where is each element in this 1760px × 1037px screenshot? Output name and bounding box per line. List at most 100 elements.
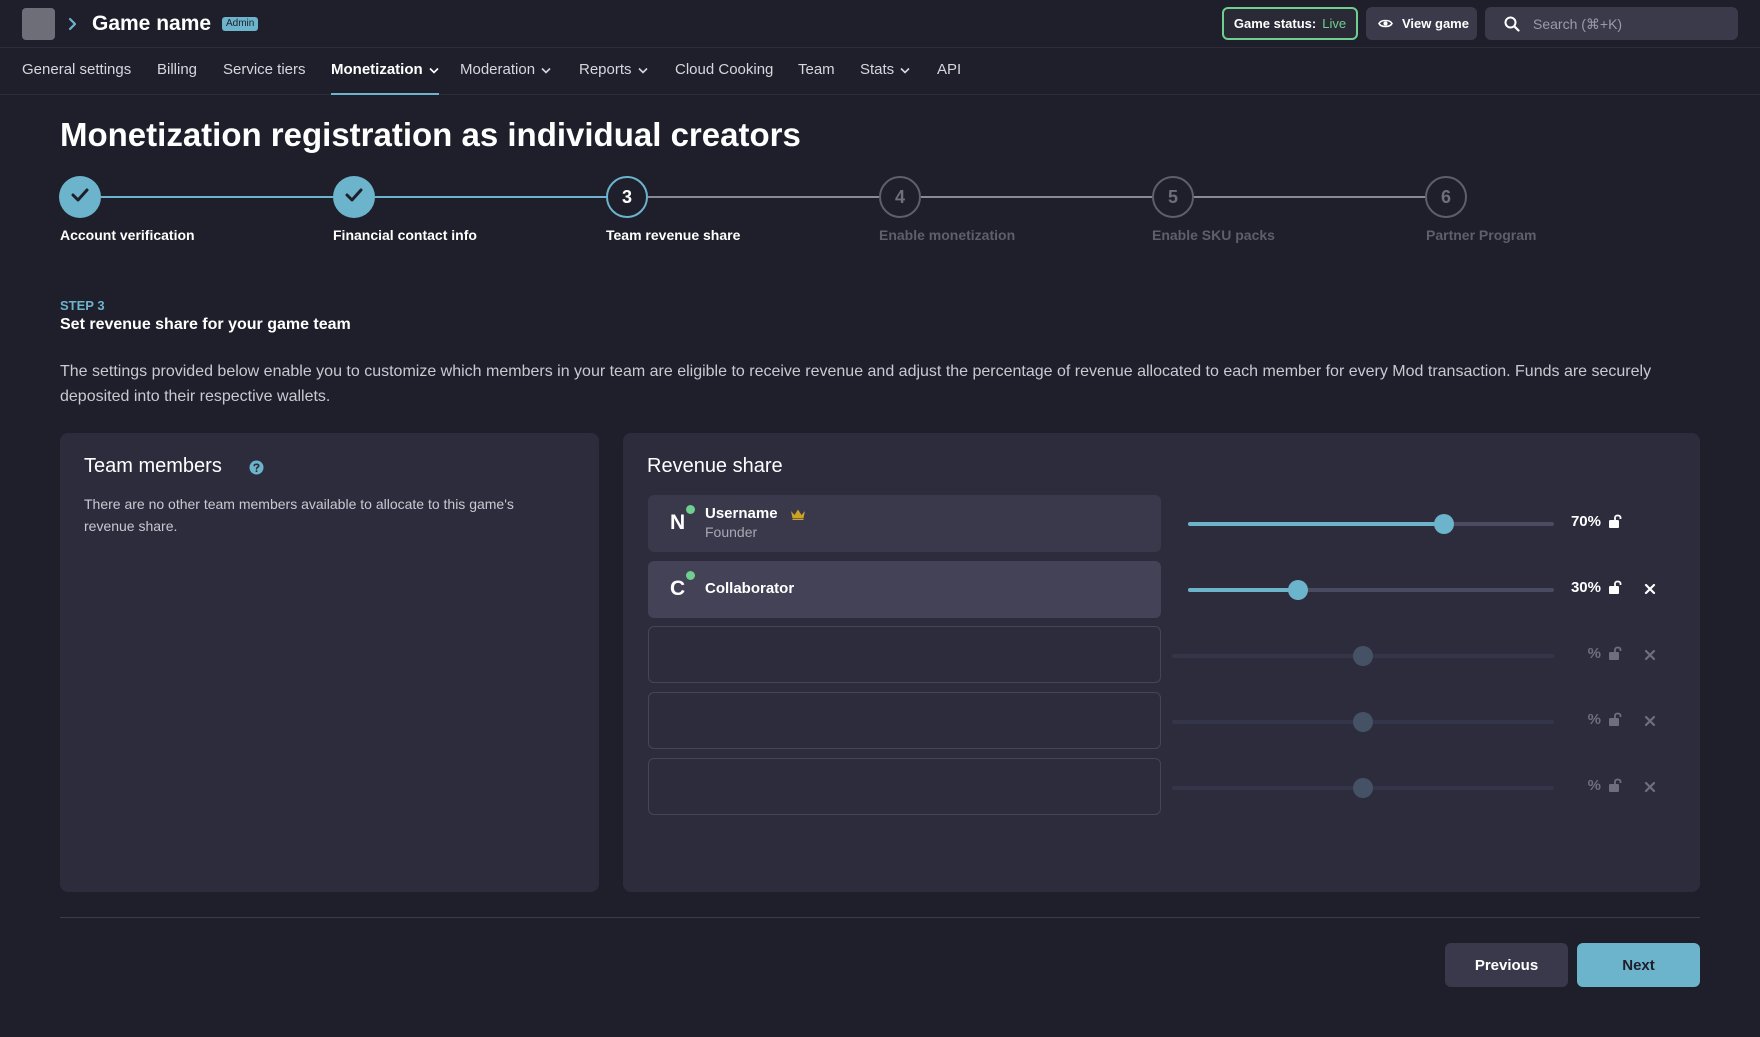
unlock-icon[interactable] (1608, 711, 1624, 727)
slider-fill (1188, 588, 1298, 592)
share-percentage: % (1587, 645, 1601, 662)
member-row-founder[interactable]: N Username Founder (648, 495, 1161, 552)
check-icon (71, 188, 89, 202)
game-status-label: Game status: (1233, 16, 1317, 31)
step-5-circle: 5 (1152, 176, 1194, 218)
nav-item-label: Service tiers (223, 61, 306, 78)
nav-item-stats[interactable]: Stats (860, 48, 910, 95)
chevron-right-icon (68, 17, 77, 31)
view-game-label: View game (1402, 16, 1469, 31)
step-kicker: STEP 3 (60, 298, 105, 313)
game-status-value: Live (1322, 16, 1347, 31)
view-game-button[interactable]: View game (1366, 7, 1477, 40)
close-icon[interactable] (1644, 649, 1656, 661)
nav-item-moderation[interactable]: Moderation (460, 48, 551, 95)
close-icon[interactable] (1644, 583, 1656, 595)
game-name[interactable]: Game name (92, 10, 211, 38)
nav-item-label: General settings (22, 61, 132, 78)
step-2-label: Financial contact info (333, 227, 477, 243)
step-heading: Set revenue share for your game team (60, 316, 351, 333)
nav-item-billing[interactable]: Billing (157, 48, 197, 95)
chevron-down-icon (541, 67, 551, 74)
step-5-label: Enable SKU packs (1152, 227, 1275, 243)
help-icon[interactable] (249, 460, 264, 475)
close-icon[interactable] (1644, 715, 1656, 727)
unlock-icon[interactable] (1608, 579, 1624, 595)
share-percentage: 70% (1570, 513, 1601, 530)
revenue-slider[interactable] (1172, 778, 1554, 798)
nav-item-monetization[interactable]: Monetization (331, 48, 439, 95)
member-slot-empty[interactable] (648, 692, 1161, 749)
previous-button[interactable]: Previous (1445, 943, 1568, 987)
search-icon (1504, 16, 1520, 32)
settings-nav: General settings Billing Service tiers M… (0, 48, 1760, 95)
team-members-empty-text: There are no other team members availabl… (84, 496, 514, 534)
step-3-circle[interactable]: 3 (606, 176, 648, 218)
slider-thumb[interactable] (1353, 778, 1373, 798)
search-box[interactable] (1485, 7, 1738, 40)
unlock-icon[interactable] (1608, 645, 1624, 661)
unlock-icon[interactable] (1608, 513, 1624, 529)
nav-item-team[interactable]: Team (798, 48, 835, 95)
step-connector (921, 196, 1153, 198)
nav-item-reports[interactable]: Reports (579, 48, 648, 95)
step-1-circle[interactable] (59, 176, 101, 218)
step-description: The settings provided below enable you t… (60, 363, 1652, 405)
top-bar: Game name Admin Game status: Live View ga… (0, 0, 1760, 48)
nav-item-service-tiers[interactable]: Service tiers (223, 48, 306, 95)
slider-thumb[interactable] (1353, 646, 1373, 666)
step-connector (648, 196, 880, 198)
nav-item-api[interactable]: API (937, 48, 961, 95)
close-icon[interactable] (1644, 781, 1656, 793)
nav-item-general-settings[interactable]: General settings (22, 48, 131, 95)
slider-thumb[interactable] (1287, 580, 1308, 600)
step-1-label: Account verification (60, 227, 195, 243)
check-icon (345, 188, 363, 202)
revenue-slider[interactable] (1188, 580, 1554, 600)
step-4-circle: 4 (879, 176, 921, 218)
step-connector (1194, 196, 1426, 198)
member-row-collaborator[interactable]: C Collaborator (648, 561, 1161, 618)
slider-fill (1188, 522, 1445, 526)
nav-item-label: Moderation (460, 61, 536, 78)
eye-icon (1378, 19, 1393, 28)
search-input[interactable] (1533, 7, 1728, 40)
member-slot-empty[interactable] (648, 758, 1161, 815)
step-3-label: Team revenue share (606, 227, 741, 243)
share-percentage: % (1587, 711, 1601, 728)
nav-item-label: Reports (579, 61, 632, 78)
chevron-down-icon (900, 67, 910, 74)
crown-icon (791, 509, 805, 520)
slider-thumb[interactable] (1353, 712, 1373, 732)
role-badge: Admin (222, 17, 259, 31)
step-4-label: Enable monetization (879, 227, 1016, 243)
revenue-slider[interactable] (1172, 712, 1554, 732)
team-members-title: Team members (84, 455, 222, 477)
step-6-label: Partner Program (1426, 227, 1537, 243)
revenue-slider[interactable] (1188, 514, 1554, 534)
step-6-circle: 6 (1425, 176, 1467, 218)
member-slot-empty[interactable] (648, 626, 1161, 683)
member-role: Founder (705, 524, 758, 540)
share-percentage: 30% (1570, 579, 1601, 596)
revenue-slider[interactable] (1172, 646, 1554, 666)
team-members-card: Team members There are no other team mem… (60, 433, 599, 892)
chevron-down-icon (429, 67, 439, 74)
nav-item-label: Monetization (331, 61, 423, 78)
game-thumbnail[interactable] (22, 8, 55, 40)
chevron-down-icon (637, 67, 648, 74)
online-indicator (686, 571, 695, 580)
member-avatar: C (670, 577, 686, 600)
nav-item-label: Stats (860, 61, 895, 78)
step-connector (101, 196, 333, 198)
slider-thumb[interactable] (1434, 514, 1455, 534)
unlock-icon[interactable] (1608, 777, 1624, 793)
next-button[interactable]: Next (1577, 943, 1700, 987)
game-status-pill[interactable]: Game status: Live (1222, 7, 1358, 40)
share-percentage: % (1587, 777, 1601, 794)
nav-item-cloud-cooking[interactable]: Cloud Cooking (675, 48, 773, 95)
nav-item-label: API (937, 61, 962, 78)
footer-divider (60, 917, 1700, 918)
page-title: Monetization registration as individual … (60, 116, 801, 153)
step-2-circle[interactable] (333, 176, 375, 218)
